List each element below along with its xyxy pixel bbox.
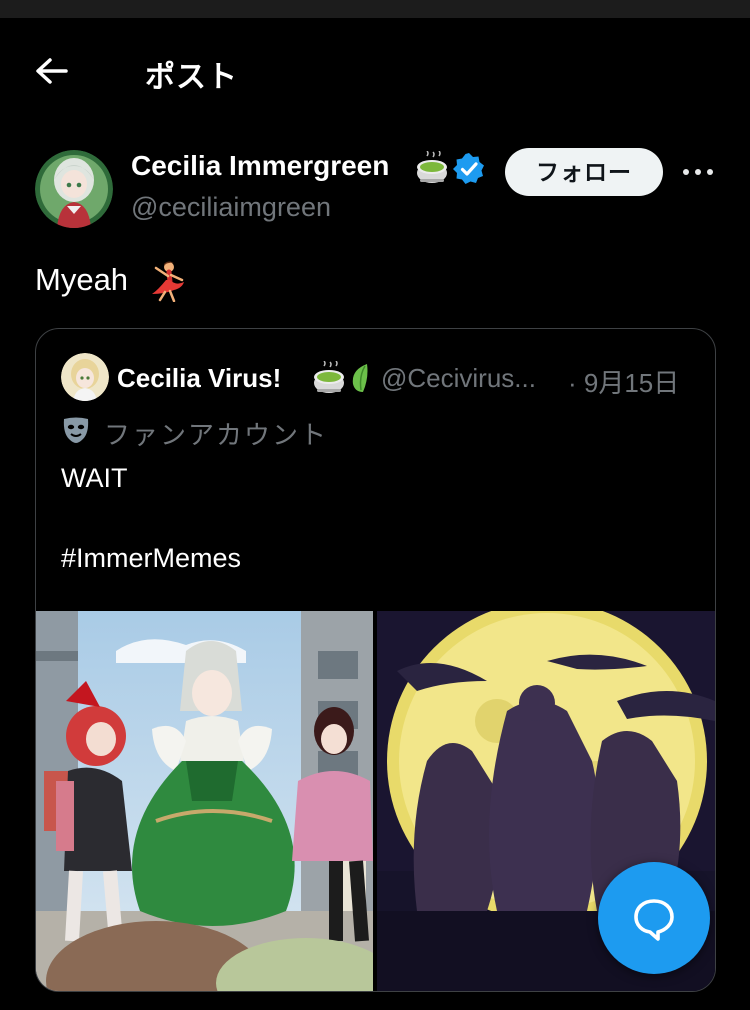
quoted-author-avatar[interactable] [61,353,109,401]
post-text: Myeah [35,262,129,297]
arrow-left-icon [36,58,68,84]
author-handle[interactable]: @ceciliaimgreen [131,192,331,223]
quoted-author-handle[interactable]: @Cecivirus... [381,363,536,394]
media-image-left[interactable] [36,611,373,991]
fan-account-label: ファンアカウント [104,420,329,450]
back-button[interactable] [30,54,74,88]
more-options-button[interactable] [680,160,716,184]
quoted-post-date[interactable]: · 9月15日 [568,363,679,400]
quoted-post-text-line1: WAIT [61,463,128,493]
matcha-tea-emoji-icon [314,361,344,393]
more-horizontal-icon [683,169,713,175]
quoted-post-hashtag[interactable]: #ImmerMemes [61,543,241,574]
dancer-emoji-icon [152,261,184,302]
follow-button[interactable]: フォロー [505,148,663,196]
status-bar-strip [0,0,750,18]
quoted-author-name[interactable]: Cecilia Virus! [117,363,281,394]
mask-icon [63,417,89,443]
author-display-name[interactable]: Cecilia Immergreen [131,150,389,182]
green-leaf-emoji-icon [352,364,368,392]
top-header: ポスト [0,18,750,124]
matcha-tea-emoji-icon [417,151,447,183]
reply-bubble-icon [634,899,674,941]
verified-icon [453,153,484,184]
page-title: ポスト [145,61,238,94]
reply-fab-button[interactable] [598,862,710,974]
author-avatar[interactable] [35,150,113,228]
